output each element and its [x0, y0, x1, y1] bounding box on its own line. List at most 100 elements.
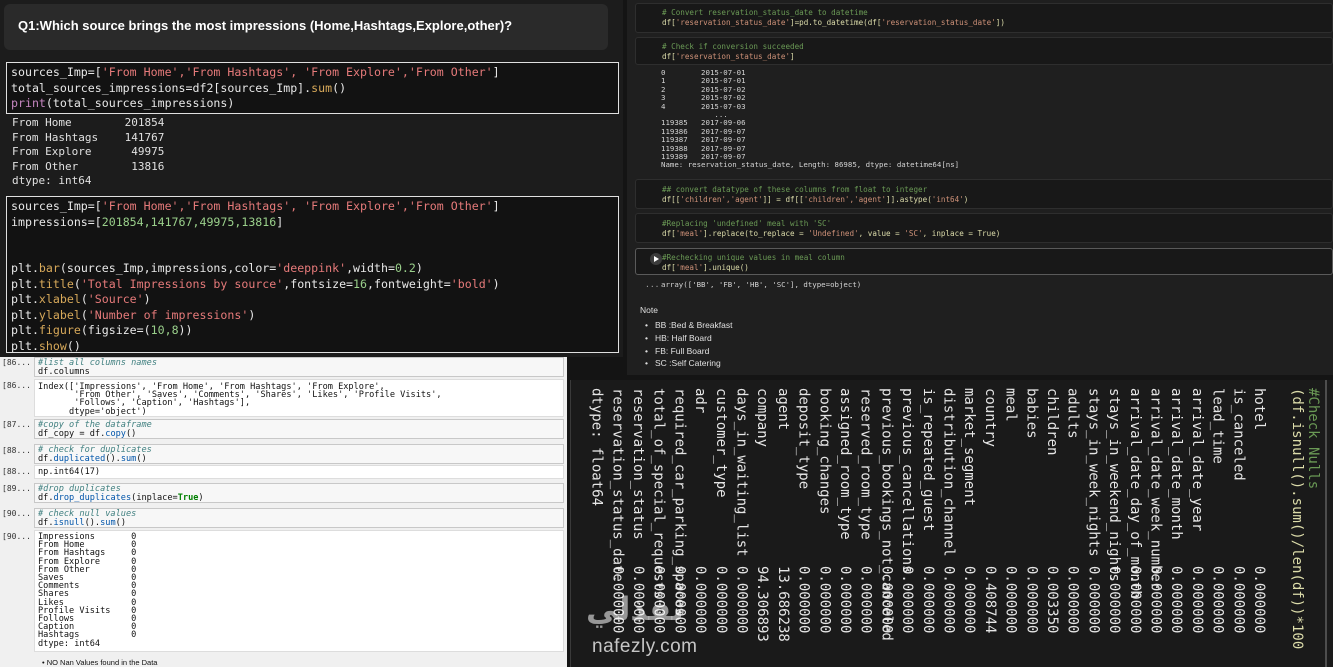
notebook-panel-impressions: Q1:Which source brings the most impressi…	[0, 0, 623, 357]
column-name: is_canceled	[1230, 388, 1247, 481]
column-name: adr	[692, 388, 709, 414]
column-name: hotel	[1251, 388, 1267, 431]
code-cell-duplicated[interactable]: # check for duplicates df.duplicated().s…	[34, 444, 564, 464]
output-prompt: ...	[645, 280, 660, 289]
null-percentage-value: 0.003350	[1044, 566, 1060, 634]
column-name: deposit_type	[795, 388, 812, 490]
null-percentage-value: 0.000000	[1251, 566, 1267, 634]
list-item: SC :Self Catering	[645, 357, 732, 370]
cell-number: [86...	[2, 358, 31, 367]
cell-output-unique: array(['BB', 'FB', 'HB', 'SC'], dtype=ob…	[661, 280, 862, 289]
note-bullet: • NO Nan Values found in the Data	[42, 658, 158, 667]
cell-gutter	[1325, 380, 1327, 667]
null-percentage-value: 0.408744	[981, 566, 998, 634]
code-cell-columns[interactable]: #list all columns names df.columns	[34, 357, 564, 377]
watermark-logo: نفذلي nafezly.com	[586, 590, 756, 660]
output-text: Impressions 0 From Home 0 From Hashtags …	[38, 532, 137, 649]
code-cell-bar-plot[interactable]: sources_Imp=['From Home','From Hashtags'…	[6, 196, 619, 353]
notebook-panel-hotel-bookings: # Convert reservation_status_date to dat…	[627, 0, 1333, 375]
column-name: agent	[774, 388, 791, 431]
cell-output-index: Index(['Impressions', 'From Home', 'From…	[34, 379, 564, 417]
code-line: #Rechecking unique values in meal column…	[662, 253, 845, 272]
list-item: BB :Bed & Breakfast	[645, 319, 733, 332]
null-percentage-value: 0.000000	[1106, 566, 1123, 634]
null-percentage-value: 0.000000	[1023, 566, 1040, 634]
note-title: Note	[640, 305, 658, 315]
null-percentage-value: 0.000000	[795, 566, 812, 634]
null-percentage-value: 0.000000	[1064, 566, 1081, 634]
run-cell-icon[interactable]	[650, 253, 662, 265]
cell-output-dup-count: np.int64(17)	[34, 465, 564, 479]
null-percentage-value: 0.000000	[899, 566, 916, 634]
code-line: plt.figure(figsize=(10,8))	[11, 323, 193, 337]
question-heading-cell: Q1:Which source brings the most impressi…	[4, 4, 608, 50]
cell-number: [88...	[2, 467, 31, 476]
code-line: print(total_sources_impressions)	[11, 96, 235, 110]
code-cell-sum-sources[interactable]: sources_Imp=['From Home','From Hashtags'…	[6, 62, 619, 114]
code-line: sources_Imp=['From Home','From Hashtags'…	[11, 65, 500, 79]
null-percentage-value: 0.000000	[961, 566, 978, 634]
watermark-arabic: نفذلي	[586, 590, 684, 628]
code-line: ## convert datatype of these columns fro…	[662, 185, 969, 204]
column-name: assigned_room_type	[837, 388, 853, 540]
null-percentage-value: 0.000000	[1147, 566, 1164, 634]
null-percentage-value: 0.000000	[878, 566, 895, 634]
cell-number: [87...	[2, 420, 31, 429]
code-cell-convert-datetime[interactable]: # Convert reservation_status_date to dat…	[635, 3, 1333, 33]
null-percentage-value: 0.000000	[1230, 566, 1247, 634]
column-name: lead_time	[1209, 388, 1226, 464]
null-percentage-value: 0.000000	[1085, 566, 1102, 634]
column-name: reserved_room_type	[857, 388, 874, 540]
null-percentage-value: 0.000000	[940, 566, 957, 634]
question-text: Q1:Which source brings the most impressi…	[18, 18, 513, 33]
code-line: plt.xlabel('Source')	[11, 292, 151, 306]
code-line: plt.ylabel('Number of impressions')	[11, 307, 256, 322]
cell-number: [90...	[2, 509, 31, 518]
code-cell-unique-meal[interactable]: #Rechecking unique values in meal column…	[635, 248, 1333, 275]
code-cell-isnull[interactable]: # check null values df.isnull().sum()	[34, 508, 564, 528]
column-name: country	[981, 388, 998, 448]
column-name: meal	[1002, 388, 1019, 422]
column-name: children	[1044, 388, 1060, 456]
column-name: market_segment	[961, 388, 978, 507]
list-item: FB: Full Board	[645, 345, 732, 358]
null-percentage-value: 0.000000	[1188, 566, 1205, 634]
list-item: HB: Half Board	[645, 332, 732, 345]
column-name: stays_in_weekend_nights	[1106, 388, 1123, 582]
column-name: previous_cancellations	[899, 388, 916, 574]
check-nulls-code: #Check Nulls (df.isnull().sum()/len(df))…	[1289, 388, 1321, 650]
column-name: arrival_date_month	[1168, 388, 1185, 540]
code-line: # check null values df.isnull().sum()	[38, 509, 137, 528]
null-percentage-value: 0.000000	[919, 566, 936, 634]
cell-number: [89...	[2, 484, 31, 493]
null-percentage-value: 13.686238	[774, 566, 791, 642]
column-name: adults	[1064, 388, 1081, 439]
column-name: is_repeated_guest	[919, 388, 936, 532]
column-name: company	[754, 388, 771, 448]
null-percentage-value: 0.000000	[816, 566, 833, 634]
code-line: sources_Imp=['From Home','From Hashtags'…	[11, 199, 500, 213]
code-line: #drop duplicates df.drop_duplicates(inpl…	[38, 484, 204, 503]
code-cell-check-conversion[interactable]: # Check if conversion succeeded df['rese…	[635, 37, 1333, 65]
code-cell-copy[interactable]: #copy of the dataframe df_copy = df.copy…	[34, 419, 564, 439]
null-percentage-value: 0.000000	[837, 566, 853, 634]
code-line: #list all columns names df.columns	[38, 358, 157, 377]
null-percentage-value: 0.000000	[1209, 566, 1226, 634]
code-cell-replace-meal[interactable]: #Replacing 'undefined' meal with 'SC' df…	[635, 213, 1333, 243]
column-name: booking_changes	[816, 388, 833, 515]
column-name: reservation_status	[630, 388, 646, 540]
null-percentage-value: 0.000000	[1126, 566, 1143, 634]
cell-number: [88...	[2, 446, 31, 455]
code-line: plt.title('Total Impressions by source',…	[11, 276, 500, 291]
code-line: # Convert reservation_status_date to dat…	[662, 8, 1005, 27]
column-name: distribution_channel	[940, 388, 957, 557]
code-line: #Replacing 'undefined' meal with 'SC' df…	[662, 219, 1001, 238]
code-line: total_sources_impressions=df2[sources_Im…	[11, 80, 347, 95]
code-line: # Check if conversion succeeded df['rese…	[662, 42, 804, 61]
markdown-note	[627, 296, 1333, 375]
column-name: reservation_status_date	[609, 388, 626, 582]
code-cell-astype[interactable]: ## convert datatype of these columns fro…	[635, 179, 1333, 209]
null-percentage-value: 0.000000	[1002, 566, 1019, 634]
column-name: customer_type	[712, 388, 729, 498]
code-cell-drop-duplicates[interactable]: #drop duplicates df.drop_duplicates(inpl…	[34, 483, 564, 503]
